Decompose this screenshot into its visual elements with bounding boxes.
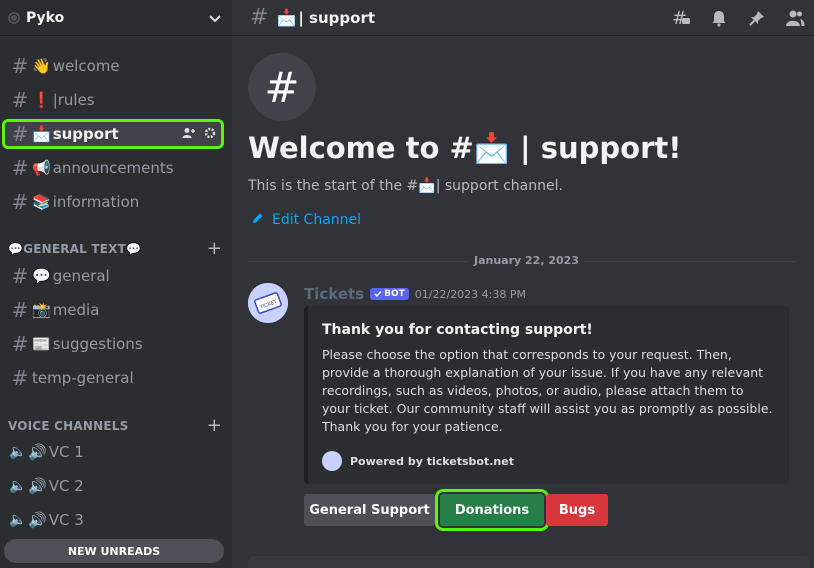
hash-icon: # (11, 54, 29, 78)
donations-button[interactable]: Donations (435, 489, 549, 531)
channel-title: | support (298, 8, 376, 27)
sidebar-channel-general[interactable]: # 💬 general (4, 263, 222, 289)
invite-icon[interactable] (182, 127, 196, 142)
check-icon (374, 291, 382, 298)
sidebar-channel-support[interactable]: # 📩 support (2, 119, 224, 149)
channel-label: announcements (52, 159, 174, 177)
chevron-down-icon[interactable] (208, 11, 222, 25)
message-author[interactable]: Tickets (304, 285, 364, 303)
channel-label: |rules (52, 91, 95, 109)
edit-channel-link[interactable]: Edit Channel (252, 212, 361, 228)
channel-emoji: 📰 (32, 335, 51, 353)
channel-label: suggestions (52, 335, 143, 353)
speaker-icon: 🔈 (9, 478, 27, 494)
channel-label: VC 2 (48, 477, 84, 495)
channel-emoji: 💬 (32, 267, 51, 285)
channel-label: welcome (52, 57, 120, 75)
channel-label: VC 3 (48, 511, 84, 529)
category-label: 💬GENERAL TEXT💬 (8, 241, 142, 256)
channel-label: temp-general (32, 369, 134, 387)
sidebar-channel-information[interactable]: # 📚 information (4, 189, 222, 215)
server-icon (8, 11, 20, 24)
sidebar-channel-temp-general[interactable]: # temp-general (4, 365, 222, 391)
channel-emoji: 📚 (32, 193, 51, 211)
sidebar-channel-welcome[interactable]: # 👋 welcome (4, 53, 222, 79)
members-icon[interactable] (784, 7, 806, 29)
channel-emoji: 🔊 (28, 477, 47, 495)
add-channel-icon[interactable]: + (207, 415, 222, 436)
embed-description: Please choose the option that correspond… (322, 347, 773, 434)
pin-icon[interactable] (746, 7, 768, 29)
avatar[interactable]: TICKET (248, 283, 288, 323)
bugs-button[interactable]: Bugs (546, 494, 608, 526)
channel-label: information (52, 193, 140, 211)
sidebar-channel-announcements[interactable]: # 📢 announcements (4, 155, 222, 181)
speaker-icon: 🔈 (9, 444, 27, 460)
sidebar-voice-vc2[interactable]: 🔈 🔊 VC 2 (4, 473, 222, 499)
hash-icon: # (11, 264, 29, 288)
new-unreads-pill[interactable]: NEW UNREADS (4, 539, 224, 563)
speaker-icon: 🔈 (9, 512, 27, 528)
welcome-subtitle: This is the start of the #📩| support cha… (248, 178, 563, 194)
hash-icon: # (248, 53, 316, 121)
hash-icon: # (11, 332, 29, 356)
category-label: VOICE CHANNELS (8, 418, 129, 433)
pencil-icon (252, 212, 264, 228)
general-support-button[interactable]: General Support (304, 494, 435, 526)
channel-emoji: 📩 (276, 8, 297, 27)
hash-icon: # (11, 122, 29, 146)
channel-label: VC 1 (48, 443, 84, 461)
hash-icon: # (11, 190, 29, 214)
welcome-title: Welcome to #📩 | support! (248, 131, 682, 165)
add-channel-icon[interactable]: + (207, 238, 222, 259)
sidebar-voice-vc3[interactable]: 🔈 🔊 VC 3 (4, 507, 222, 533)
sidebar-channel-suggestions[interactable]: # 📰 suggestions (4, 331, 222, 357)
server-header[interactable]: Pyko (0, 0, 232, 36)
message-header: Tickets BOT 01/22/2023 4:38 PM (304, 285, 526, 303)
footer-icon (322, 451, 342, 471)
gear-icon[interactable] (204, 127, 216, 142)
embed-footer-text: Powered by ticketsbot.net (350, 454, 514, 468)
chat-area: # Welcome to #📩 | support! This is the s… (232, 36, 814, 568)
channel-emoji: 👋 (32, 57, 51, 75)
channel-emoji: 🔊 (28, 443, 47, 461)
channel-label: general (52, 267, 110, 285)
bot-badge: BOT (370, 288, 409, 300)
channel-emoji: ❗ (32, 91, 51, 109)
sidebar-channel-rules[interactable]: # ❗ |rules (4, 87, 222, 113)
embed-footer: Powered by ticketsbot.net (322, 451, 514, 471)
edit-channel-label: Edit Channel (272, 212, 362, 228)
bell-icon[interactable] (708, 7, 730, 29)
channel-header: # 📩 | support # (232, 0, 814, 36)
category-general-text[interactable]: 💬GENERAL TEXT💬 + (8, 238, 222, 259)
sidebar-voice-vc1[interactable]: 🔈 🔊 VC 1 (4, 439, 222, 465)
date-divider-label: January 22, 2023 (468, 254, 585, 267)
channel-sidebar: Pyko # 👋 welcome # ❗ |rules # 📩 support … (0, 0, 232, 568)
hash-icon: # (11, 366, 29, 390)
channel-emoji: 📸 (32, 301, 51, 319)
hash-icon: # (250, 5, 269, 30)
hash-icon: # (11, 88, 29, 112)
message-embed: Thank you for contacting support! Please… (304, 306, 789, 484)
next-message-preview (248, 556, 810, 568)
channel-emoji: 🔊 (28, 511, 47, 529)
server-name: Pyko (26, 9, 65, 26)
channel-emoji: 📢 (32, 159, 51, 177)
message-timestamp: 01/22/2023 4:38 PM (414, 287, 527, 301)
channel-emoji: 📩 (32, 125, 51, 143)
bot-badge-label: BOT (384, 289, 405, 299)
channel-label: support (52, 125, 119, 143)
hash-icon: # (11, 298, 29, 322)
channel-label: media (52, 301, 100, 319)
category-voice-channels[interactable]: VOICE CHANNELS + (8, 415, 222, 436)
embed-title: Thank you for contacting support! (322, 322, 593, 338)
threads-icon[interactable]: # (670, 7, 692, 29)
sidebar-channel-media[interactable]: # 📸 media (4, 297, 222, 323)
hash-icon: # (11, 156, 29, 180)
